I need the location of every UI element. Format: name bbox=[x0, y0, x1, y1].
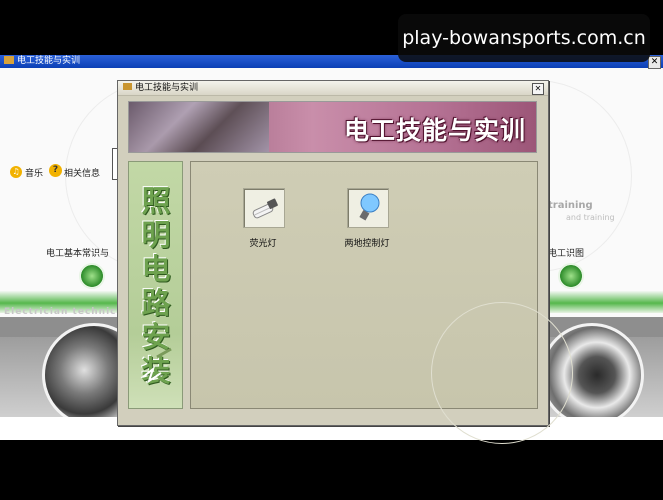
right-section-button[interactable] bbox=[558, 263, 584, 289]
content-panel: 荧光灯 两地控制灯 bbox=[190, 161, 573, 444]
right-section-label[interactable]: 电工识图 bbox=[548, 246, 584, 259]
music-icon: ♫ bbox=[10, 166, 22, 178]
app-icon bbox=[123, 83, 132, 90]
banner-title: 电工技能与实训 bbox=[343, 116, 526, 145]
banner: 电工技能与实训 bbox=[128, 101, 537, 153]
banner-image bbox=[129, 102, 269, 152]
lightning-icon bbox=[142, 347, 172, 384]
fluorescent-lamp-icon bbox=[252, 198, 278, 219]
fluorescent-lamp-label[interactable]: 荧光灯 bbox=[227, 236, 299, 249]
dialog-title: 电工技能与实训 bbox=[135, 83, 199, 93]
background-close-button[interactable]: ✕ bbox=[648, 56, 661, 69]
app-icon bbox=[4, 56, 14, 64]
dialog-close-button[interactable]: ✕ bbox=[532, 83, 544, 95]
left-section-label[interactable]: 电工基本常识与 bbox=[46, 246, 109, 259]
fluorescent-lamp-button[interactable] bbox=[243, 188, 285, 228]
electrician-text: Electrician technic bbox=[4, 307, 117, 317]
dialog-window: 电工技能与实训 ✕ 电工技能与实训 照明电路安装 荧光灯 两地控制灯 bbox=[117, 80, 573, 444]
background-title: 电工技能与实训 bbox=[17, 56, 81, 66]
watermark: play-bowansports.com.cn bbox=[398, 14, 650, 62]
two-way-light-button[interactable] bbox=[347, 188, 389, 228]
training-text: training bbox=[548, 200, 593, 211]
two-way-light-label[interactable]: 两地控制灯 bbox=[331, 236, 403, 249]
training-subtext: and training bbox=[566, 213, 615, 222]
left-section-button[interactable] bbox=[79, 263, 105, 289]
info-label: 相关信息 bbox=[64, 169, 101, 179]
music-label: 音乐 bbox=[25, 169, 44, 179]
side-panel: 照明电路安装 bbox=[128, 161, 183, 409]
help-icon: ? bbox=[49, 164, 62, 177]
bulb-icon bbox=[359, 193, 380, 221]
dialog-title-bar: 电工技能与实训 ✕ bbox=[118, 81, 548, 96]
decor-ring bbox=[431, 302, 573, 444]
